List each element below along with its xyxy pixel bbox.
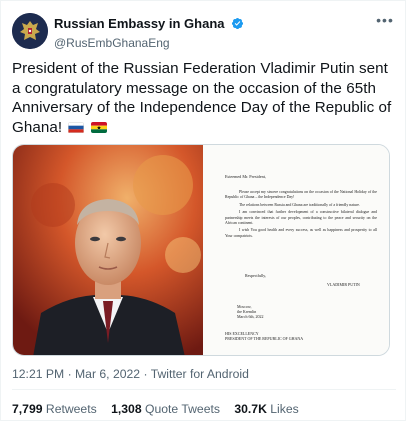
tweet-media[interactable]: Esteemed Mr. President, Please accept my… (12, 144, 390, 356)
letter-paragraph: Please accept my sincere congratulations… (225, 190, 377, 200)
verified-badge-icon (231, 18, 244, 30)
letter-signature: VLADIMIR PUTIN (327, 282, 360, 287)
letter-document: Esteemed Mr. President, Please accept my… (203, 145, 389, 355)
coat-of-arms-icon (12, 13, 48, 49)
letter-place: Moscow, the Kremlin March 6th, 2022 (237, 304, 264, 320)
retweets-label: Retweets (45, 402, 97, 416)
quote-tweets-stat[interactable]: 1,308 Quote Tweets (111, 402, 220, 416)
quote-tweets-label: Quote Tweets (144, 402, 220, 416)
more-options-icon[interactable]: ••• (374, 13, 396, 31)
account-handle[interactable]: @RusEmbGhanaEng (54, 36, 244, 50)
tweet-text: President of the Russian Federation Vlad… (12, 59, 396, 137)
retweets-count: 7,799 (12, 402, 43, 416)
likes-count: 30.7K (234, 402, 267, 416)
tweet-card: Russian Embassy in Ghana @RusEmbGhanaEng… (0, 0, 406, 421)
meta-separator: · (67, 367, 76, 381)
letter-place-line: March 6th, 2022 (237, 314, 264, 320)
letter-addressee: HIS EXCELLENCY PRESIDENT OF THE REPUBLIC… (225, 331, 303, 341)
display-name[interactable]: Russian Embassy in Ghana (54, 16, 225, 31)
letter-addressee-line: PRESIDENT OF THE REPUBLIC OF GHANA (225, 336, 304, 342)
letter-paragraph: I wish You good health and every success… (225, 228, 377, 238)
account-names: Russian Embassy in Ghana @RusEmbGhanaEng (54, 15, 244, 50)
divider (12, 389, 396, 390)
tweet-stats: 7,799 Retweets 1,308 Quote Tweets 30.7K … (12, 402, 310, 416)
tweet-source[interactable]: Twitter for Android (151, 367, 249, 381)
president-photo[interactable] (13, 145, 203, 355)
retweets-stat[interactable]: 7,799 Retweets (12, 402, 97, 416)
tweet-meta: 12:21 PM · Mar 6, 2022 · Twitter for And… (12, 367, 249, 381)
letter-body: Please accept my sincere congratulations… (225, 190, 377, 241)
letter-paragraph: I am convinced that further development … (225, 210, 377, 226)
letter-salutation: Esteemed Mr. President, (225, 174, 266, 179)
quote-tweets-count: 1,308 (111, 402, 142, 416)
letter-paragraph: The relations between Russia and Ghana a… (239, 202, 360, 207)
meta-separator: · (143, 367, 151, 381)
russia-flag-icon (68, 121, 85, 133)
tweet-time[interactable]: 12:21 PM (12, 367, 64, 381)
account-avatar[interactable] (12, 13, 48, 49)
likes-stat[interactable]: 30.7K Likes (234, 402, 298, 416)
ghana-flag-icon (90, 121, 107, 133)
likes-label: Likes (270, 402, 299, 416)
tweet-header: Russian Embassy in Ghana @RusEmbGhanaEng… (12, 13, 396, 50)
tweet-date[interactable]: Mar 6, 2022 (75, 367, 140, 381)
letter-closing: Respectfully, (245, 273, 266, 278)
